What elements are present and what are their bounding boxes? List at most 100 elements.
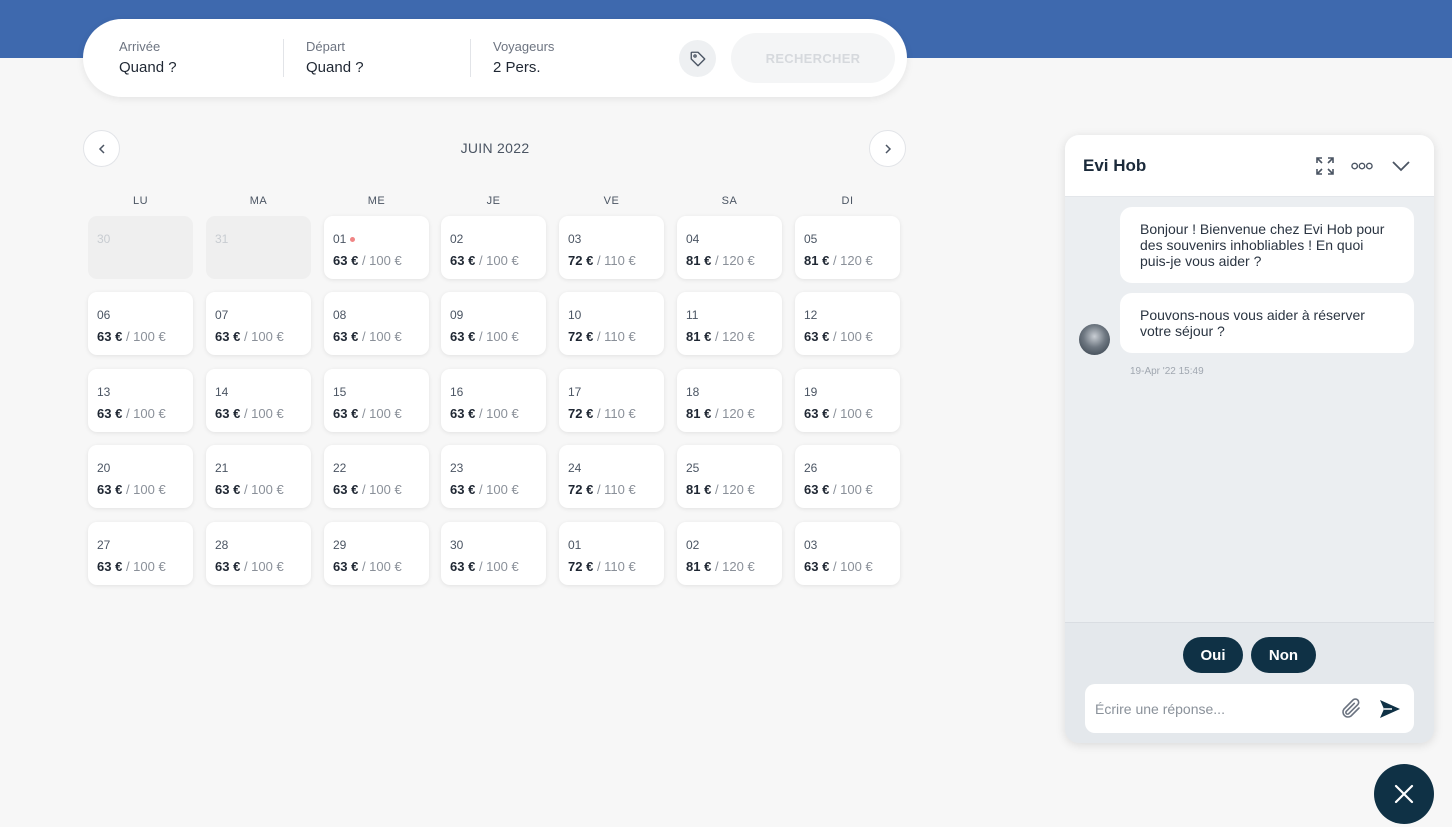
calendar-day[interactable]: 06 63 € / 100 € bbox=[88, 292, 193, 355]
calendar-day[interactable]: 28 63 € / 100 € bbox=[206, 522, 311, 585]
calendar-day[interactable]: 13 63 € / 100 € bbox=[88, 369, 193, 432]
calendar-day[interactable]: 25 81 € / 120 € bbox=[677, 445, 782, 508]
prev-month-button[interactable] bbox=[83, 130, 120, 167]
calendar-day[interactable]: 27 63 € / 100 € bbox=[88, 522, 193, 585]
day-number: 14 bbox=[215, 385, 229, 399]
day-original-price: / 110 € bbox=[596, 559, 636, 574]
day-number: 18 bbox=[686, 385, 700, 399]
day-original-price: / 100 € bbox=[243, 482, 284, 497]
day-price: 63 € bbox=[215, 329, 241, 344]
calendar-day[interactable]: 09 63 € / 100 € bbox=[441, 292, 546, 355]
message-timestamp: 19-Apr '22 15:49 bbox=[1130, 366, 1204, 377]
calendar-day[interactable]: 02 63 € / 100 € bbox=[441, 216, 546, 279]
calendar-day[interactable]: 24 72 € / 110 € bbox=[559, 445, 664, 508]
weekday-label: SA bbox=[721, 195, 738, 207]
day-number: 13 bbox=[97, 385, 111, 399]
day-price: 63 € bbox=[215, 482, 241, 497]
chat-reply-input[interactable] bbox=[1095, 698, 1335, 720]
day-number: 01 bbox=[333, 232, 347, 246]
calendar-day[interactable]: 20 63 € / 100 € bbox=[88, 445, 193, 508]
calendar-day[interactable]: 01 72 € / 110 € bbox=[559, 522, 664, 585]
calendar-day-disabled: 31 bbox=[206, 216, 311, 279]
day-price: 63 € bbox=[804, 406, 830, 421]
day-number: 17 bbox=[568, 385, 582, 399]
calendar-day[interactable]: 26 63 € / 100 € bbox=[795, 445, 900, 508]
day-price: 63 € bbox=[450, 482, 476, 497]
calendar-day[interactable]: 15 63 € / 100 € bbox=[324, 369, 429, 432]
calendar-day[interactable]: 02 81 € / 120 € bbox=[677, 522, 782, 585]
day-number: 24 bbox=[568, 461, 582, 475]
next-month-button[interactable] bbox=[869, 130, 906, 167]
day-price: 81 € bbox=[804, 253, 830, 268]
day-number: 03 bbox=[568, 232, 582, 246]
calendar-day[interactable]: 11 81 € / 120 € bbox=[677, 292, 782, 355]
day-price: 72 € bbox=[568, 253, 594, 268]
quick-reply-non-button[interactable]: Non bbox=[1251, 637, 1316, 673]
calendar-day[interactable]: 01 63 € / 100 € bbox=[324, 216, 429, 279]
calendar-day[interactable]: 29 63 € / 100 € bbox=[324, 522, 429, 585]
day-price: 81 € bbox=[686, 253, 712, 268]
weekday-label: DI bbox=[841, 195, 854, 207]
day-original-price: / 100 € bbox=[832, 406, 873, 421]
day-price: 81 € bbox=[686, 329, 712, 344]
calendar-day[interactable]: 30 63 € / 100 € bbox=[441, 522, 546, 585]
calendar-day[interactable]: 19 63 € / 100 € bbox=[795, 369, 900, 432]
day-price: 63 € bbox=[333, 329, 359, 344]
departure-value: Quand ? bbox=[306, 59, 364, 76]
promo-code-button[interactable] bbox=[679, 40, 716, 77]
travelers-field[interactable]: Voyageurs 2 Pers. bbox=[493, 39, 554, 76]
tag-icon bbox=[690, 51, 705, 66]
calendar-day[interactable]: 18 81 € / 120 € bbox=[677, 369, 782, 432]
day-price: 63 € bbox=[97, 482, 123, 497]
departure-field[interactable]: Départ Quand ? bbox=[306, 39, 364, 76]
departure-label: Départ bbox=[306, 39, 346, 54]
day-original-price: / 120 € bbox=[714, 406, 755, 421]
day-price: 63 € bbox=[450, 406, 476, 421]
send-icon[interactable] bbox=[1378, 697, 1402, 726]
calendar-day[interactable]: 10 72 € / 110 € bbox=[559, 292, 664, 355]
quick-reply-oui-button[interactable]: Oui bbox=[1183, 637, 1243, 673]
calendar-day[interactable]: 16 63 € / 100 € bbox=[441, 369, 546, 432]
day-price: 63 € bbox=[450, 559, 476, 574]
calendar-day[interactable]: 22 63 € / 100 € bbox=[324, 445, 429, 508]
collapse-chevron-down-icon[interactable] bbox=[1390, 155, 1412, 177]
day-original-price: / 100 € bbox=[243, 406, 284, 421]
day-price: 63 € bbox=[804, 559, 830, 574]
calendar-day[interactable]: 12 63 € / 100 € bbox=[795, 292, 900, 355]
calendar-day[interactable]: 03 63 € / 100 € bbox=[795, 522, 900, 585]
calendar-day[interactable]: 08 63 € / 100 € bbox=[324, 292, 429, 355]
search-button[interactable]: RECHERCHER bbox=[731, 33, 895, 83]
chat-footer: Oui Non bbox=[1065, 622, 1434, 743]
day-number: 21 bbox=[215, 461, 229, 475]
calendar-day[interactable]: 05 81 € / 120 € bbox=[795, 216, 900, 279]
day-price: 81 € bbox=[686, 559, 712, 574]
calendar-day[interactable]: 17 72 € / 110 € bbox=[559, 369, 664, 432]
day-original-price: / 100 € bbox=[478, 482, 519, 497]
calendar-day[interactable]: 07 63 € / 100 € bbox=[206, 292, 311, 355]
day-price: 81 € bbox=[686, 482, 712, 497]
expand-icon[interactable] bbox=[1314, 155, 1336, 177]
calendar-day[interactable]: 23 63 € / 100 € bbox=[441, 445, 546, 508]
month-title: JUIN 2022 bbox=[460, 140, 530, 156]
day-price: 63 € bbox=[97, 559, 123, 574]
search-bar: Arrivée Quand ? Départ Quand ? Voyageurs… bbox=[83, 19, 907, 97]
calendar-day[interactable]: 04 81 € / 120 € bbox=[677, 216, 782, 279]
day-original-price: / 100 € bbox=[478, 253, 519, 268]
day-number: 28 bbox=[215, 538, 229, 552]
more-options-icon[interactable] bbox=[1351, 155, 1373, 177]
day-original-price: / 100 € bbox=[361, 329, 402, 344]
calendar-day[interactable]: 03 72 € / 110 € bbox=[559, 216, 664, 279]
calendar-day[interactable]: 21 63 € / 100 € bbox=[206, 445, 311, 508]
divider bbox=[283, 39, 284, 77]
calendar-day[interactable]: 14 63 € / 100 € bbox=[206, 369, 311, 432]
arrival-label: Arrivée bbox=[119, 39, 161, 54]
close-chat-button[interactable] bbox=[1374, 764, 1434, 824]
attachment-icon[interactable] bbox=[1341, 697, 1363, 726]
chat-widget: Evi Hob Bonjour ! Bienvenue chez Evi Hob… bbox=[1065, 135, 1434, 743]
day-original-price: / 110 € bbox=[596, 406, 636, 421]
day-price: 63 € bbox=[450, 253, 476, 268]
day-number: 30 bbox=[450, 538, 464, 552]
arrival-field[interactable]: Arrivée Quand ? bbox=[119, 39, 177, 76]
chat-header: Evi Hob bbox=[1065, 135, 1434, 197]
day-number: 11 bbox=[686, 308, 699, 322]
